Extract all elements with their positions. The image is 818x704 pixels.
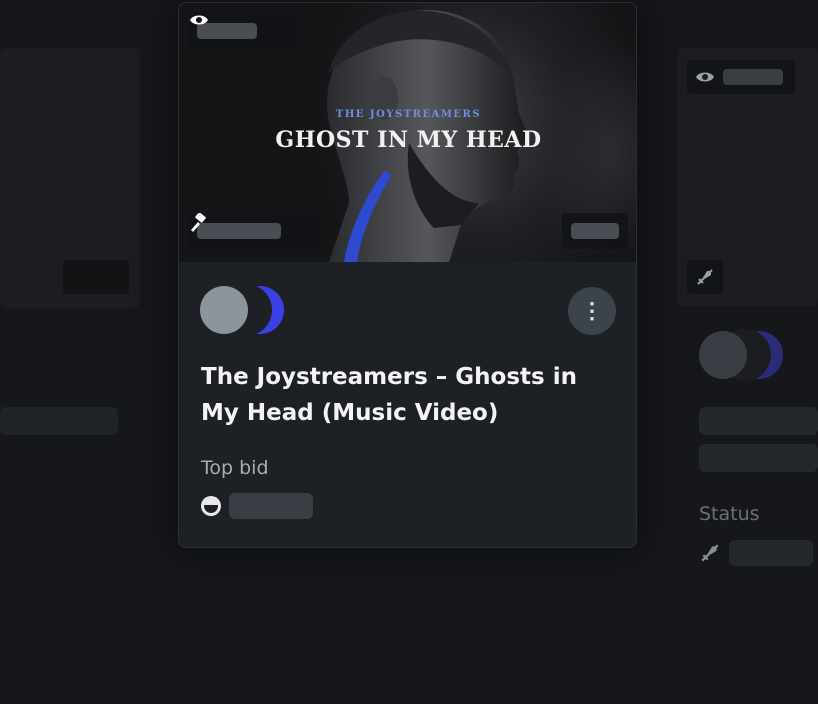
right-card-status-row — [699, 540, 813, 566]
channel-avatars[interactable] — [200, 284, 290, 336]
views-chip — [189, 13, 297, 49]
bidder-avatar-icon — [201, 496, 221, 516]
right-card-status-label: Status — [699, 503, 760, 525]
video-card[interactable]: THE JOYSTREAMERS GHOST IN MY HEAD ⋮ The … — [178, 2, 637, 548]
duration-chip — [562, 213, 628, 249]
left-card-chip — [63, 260, 129, 294]
gavel-icon — [191, 213, 206, 232]
right-card-skeleton-line-1 — [699, 407, 818, 435]
rocket-crossed-icon — [697, 269, 713, 285]
right-card-views-chip — [687, 60, 795, 94]
right-card-skeleton-line-2 — [699, 444, 818, 472]
eye-icon — [696, 72, 714, 82]
eye-icon — [190, 15, 208, 25]
auction-chip — [189, 213, 321, 249]
thumbnail-band-name: THE JOYSTREAMERS — [335, 109, 482, 120]
right-card-avatars — [699, 329, 789, 381]
top-bid-row — [201, 493, 313, 519]
avatar-primary — [200, 286, 248, 334]
right-card-status-chip — [687, 260, 723, 294]
top-bid-value-placeholder — [229, 493, 313, 519]
more-options-button[interactable]: ⋮ — [568, 287, 616, 335]
thumbnail-song-title: GHOST IN MY HEAD — [275, 127, 542, 153]
video-title[interactable]: The Joystreamers – Ghosts in My Head (Mu… — [201, 359, 601, 431]
top-bid-label: Top bid — [201, 457, 269, 479]
video-thumbnail[interactable]: THE JOYSTREAMERS GHOST IN MY HEAD — [179, 3, 636, 262]
rocket-crossed-icon — [701, 544, 719, 562]
left-card-skeleton-line — [0, 407, 118, 435]
